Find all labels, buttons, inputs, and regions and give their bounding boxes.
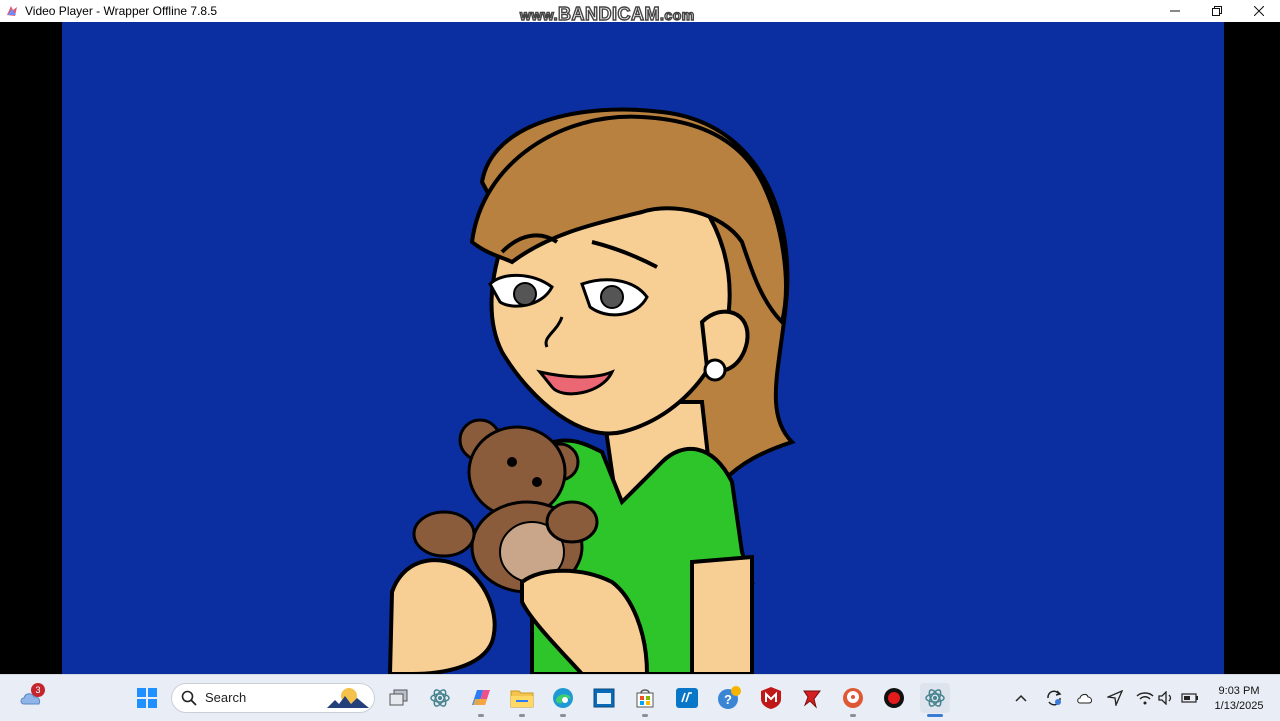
search-input[interactable]: Search: [171, 683, 375, 713]
weather-notification-badge: 3: [31, 683, 45, 697]
app-icon: [7, 6, 17, 16]
start-button[interactable]: [132, 683, 162, 713]
wrapper-offline-icon: [925, 689, 945, 707]
search-placeholder: Search: [205, 690, 247, 705]
file-explorer-icon: [510, 690, 534, 708]
window-title: Video Player - Wrapper Offline 7.8.5: [25, 4, 218, 18]
windows-start-icon: [137, 688, 157, 708]
duckduckgo-button[interactable]: [838, 683, 868, 713]
record-button[interactable]: [879, 683, 909, 713]
search-icon: [181, 690, 197, 706]
chevron-up-icon: [1015, 694, 1027, 702]
red-app-icon: [803, 690, 821, 709]
red-app-button[interactable]: [797, 683, 827, 713]
hp-button[interactable]: [672, 683, 702, 713]
copilot-button[interactable]: [466, 683, 496, 713]
restore-icon: [1212, 6, 1222, 16]
minimize-icon: [1170, 10, 1180, 12]
left-hand: [387, 558, 497, 674]
wifi-icon: [1136, 692, 1154, 705]
wifi-tray-button[interactable]: [1133, 683, 1157, 713]
sync-icon: [1047, 690, 1062, 706]
cartoon-scene: [387, 107, 796, 674]
file-explorer-button[interactable]: [507, 683, 537, 713]
task-view-button[interactable]: [384, 683, 414, 713]
edge-icon: [553, 688, 573, 708]
microsoft-store-icon: [636, 689, 654, 708]
close-button[interactable]: [1238, 0, 1280, 22]
mcafee-icon: [761, 687, 781, 709]
store-window-icon: [593, 688, 615, 708]
store-window-button[interactable]: [589, 683, 619, 713]
volume-tray-button[interactable]: [1155, 683, 1177, 713]
minimize-button[interactable]: [1154, 0, 1196, 22]
edge-button[interactable]: [548, 683, 578, 713]
close-icon: [1254, 6, 1264, 16]
clock[interactable]: 9:03 PM 1/13/2025: [1206, 684, 1272, 714]
sync-tray-button[interactable]: [1042, 683, 1066, 713]
clock-time: 9:03 PM: [1218, 685, 1260, 697]
copilot-icon: [472, 690, 490, 705]
battery-tray-button[interactable]: [1178, 683, 1202, 713]
help-icon: ?: [718, 686, 741, 709]
record-icon: [884, 688, 904, 708]
earring: [703, 358, 727, 382]
clock-date: 1/13/2025: [1214, 700, 1264, 712]
duckduckgo-icon: [843, 688, 863, 708]
hp-icon: [676, 688, 698, 708]
location-tray-button[interactable]: [1103, 683, 1127, 713]
show-hidden-icons-button[interactable]: [1010, 683, 1032, 713]
video-frame[interactable]: [62, 22, 1224, 674]
volume-icon: [1158, 691, 1172, 705]
right-arm: [690, 554, 754, 674]
onedrive-icon: [1077, 694, 1092, 704]
task-view-icon: [389, 689, 408, 706]
restore-button[interactable]: [1196, 0, 1238, 22]
search-highlight-icon: [327, 688, 369, 708]
location-icon: [1107, 690, 1123, 706]
svg-text:?: ?: [724, 692, 732, 707]
help-button[interactable]: ?: [714, 683, 744, 713]
electron-app-button[interactable]: [425, 683, 455, 713]
microsoft-store-button[interactable]: [630, 683, 660, 713]
battery-icon: [1181, 693, 1198, 703]
mcafee-button[interactable]: [756, 683, 786, 713]
taskbar: Search ? 9:03 PM 1/13/2025: [0, 674, 1280, 721]
onedrive-tray-button[interactable]: [1073, 683, 1097, 713]
wrapper-offline-button[interactable]: [920, 683, 950, 713]
electron-app-icon: [430, 689, 450, 707]
